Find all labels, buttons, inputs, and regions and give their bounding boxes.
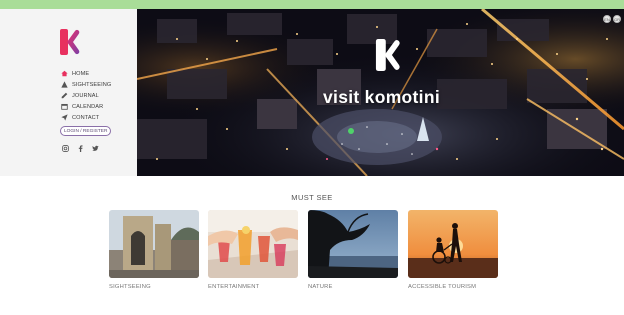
hero-logo-mark bbox=[375, 39, 400, 71]
card-caption: ACCESSIBLE TOURISM bbox=[408, 284, 477, 290]
card-sightseeing[interactable]: SIGHTSEEING bbox=[109, 210, 199, 290]
nature-photo bbox=[308, 210, 398, 278]
hero-section: HOME SIGHTSEEING JOURNAL CALENDAR CONTAC… bbox=[0, 9, 624, 176]
calendar-icon bbox=[60, 103, 68, 111]
accessible-tourism-photo bbox=[408, 210, 498, 278]
language-button-en[interactable]: EN bbox=[603, 15, 611, 23]
card-caption: ENTERTAINMENT bbox=[208, 284, 260, 290]
card-caption: NATURE bbox=[308, 284, 333, 290]
nav-item-label: HOME bbox=[72, 70, 90, 77]
nav-item-home[interactable]: HOME bbox=[60, 68, 111, 79]
site-logo[interactable] bbox=[57, 29, 81, 55]
login-register-button[interactable]: LOGIN / REGISTER bbox=[60, 126, 112, 136]
facebook-icon[interactable] bbox=[76, 144, 84, 152]
journal-icon bbox=[60, 92, 68, 100]
instagram-icon[interactable] bbox=[61, 144, 69, 152]
entertainment-photo bbox=[208, 210, 298, 278]
nav-item-calendar[interactable]: CALENDAR bbox=[60, 101, 111, 112]
sightseeing-photo bbox=[109, 210, 199, 278]
nav-item-journal[interactable]: JOURNAL bbox=[60, 90, 111, 101]
must-see-heading: MUST SEE bbox=[291, 193, 333, 202]
card-entertainment[interactable]: ENTERTAINMENT bbox=[208, 210, 298, 290]
twitter-icon[interactable] bbox=[91, 144, 99, 152]
hero-brand-title: visit komotini bbox=[323, 87, 440, 107]
home-icon bbox=[60, 70, 68, 78]
nav-item-label: SIGHTSEEING bbox=[72, 81, 112, 88]
landmark-icon bbox=[60, 81, 68, 89]
main-nav: HOME SIGHTSEEING JOURNAL CALENDAR CONTAC… bbox=[60, 68, 111, 123]
sidebar: HOME SIGHTSEEING JOURNAL CALENDAR CONTAC… bbox=[0, 9, 137, 176]
social-links bbox=[61, 144, 99, 152]
card-caption: SIGHTSEEING bbox=[109, 284, 151, 290]
nav-item-label: CALENDAR bbox=[72, 103, 104, 110]
nav-item-sightseeing[interactable]: SIGHTSEEING bbox=[60, 79, 111, 90]
top-strip bbox=[0, 0, 624, 9]
nav-item-label: CONTACT bbox=[72, 114, 100, 121]
hero-city-night-photo: visit komotini EN GR bbox=[137, 9, 624, 176]
card-accessible-tourism[interactable]: ACCESSIBLE TOURISM bbox=[408, 210, 498, 290]
send-icon bbox=[60, 114, 68, 122]
card-nature[interactable]: NATURE bbox=[308, 210, 398, 290]
nav-item-contact[interactable]: CONTACT bbox=[60, 112, 111, 123]
language-button-gr[interactable]: GR bbox=[613, 15, 621, 23]
nav-item-label: JOURNAL bbox=[72, 92, 99, 99]
